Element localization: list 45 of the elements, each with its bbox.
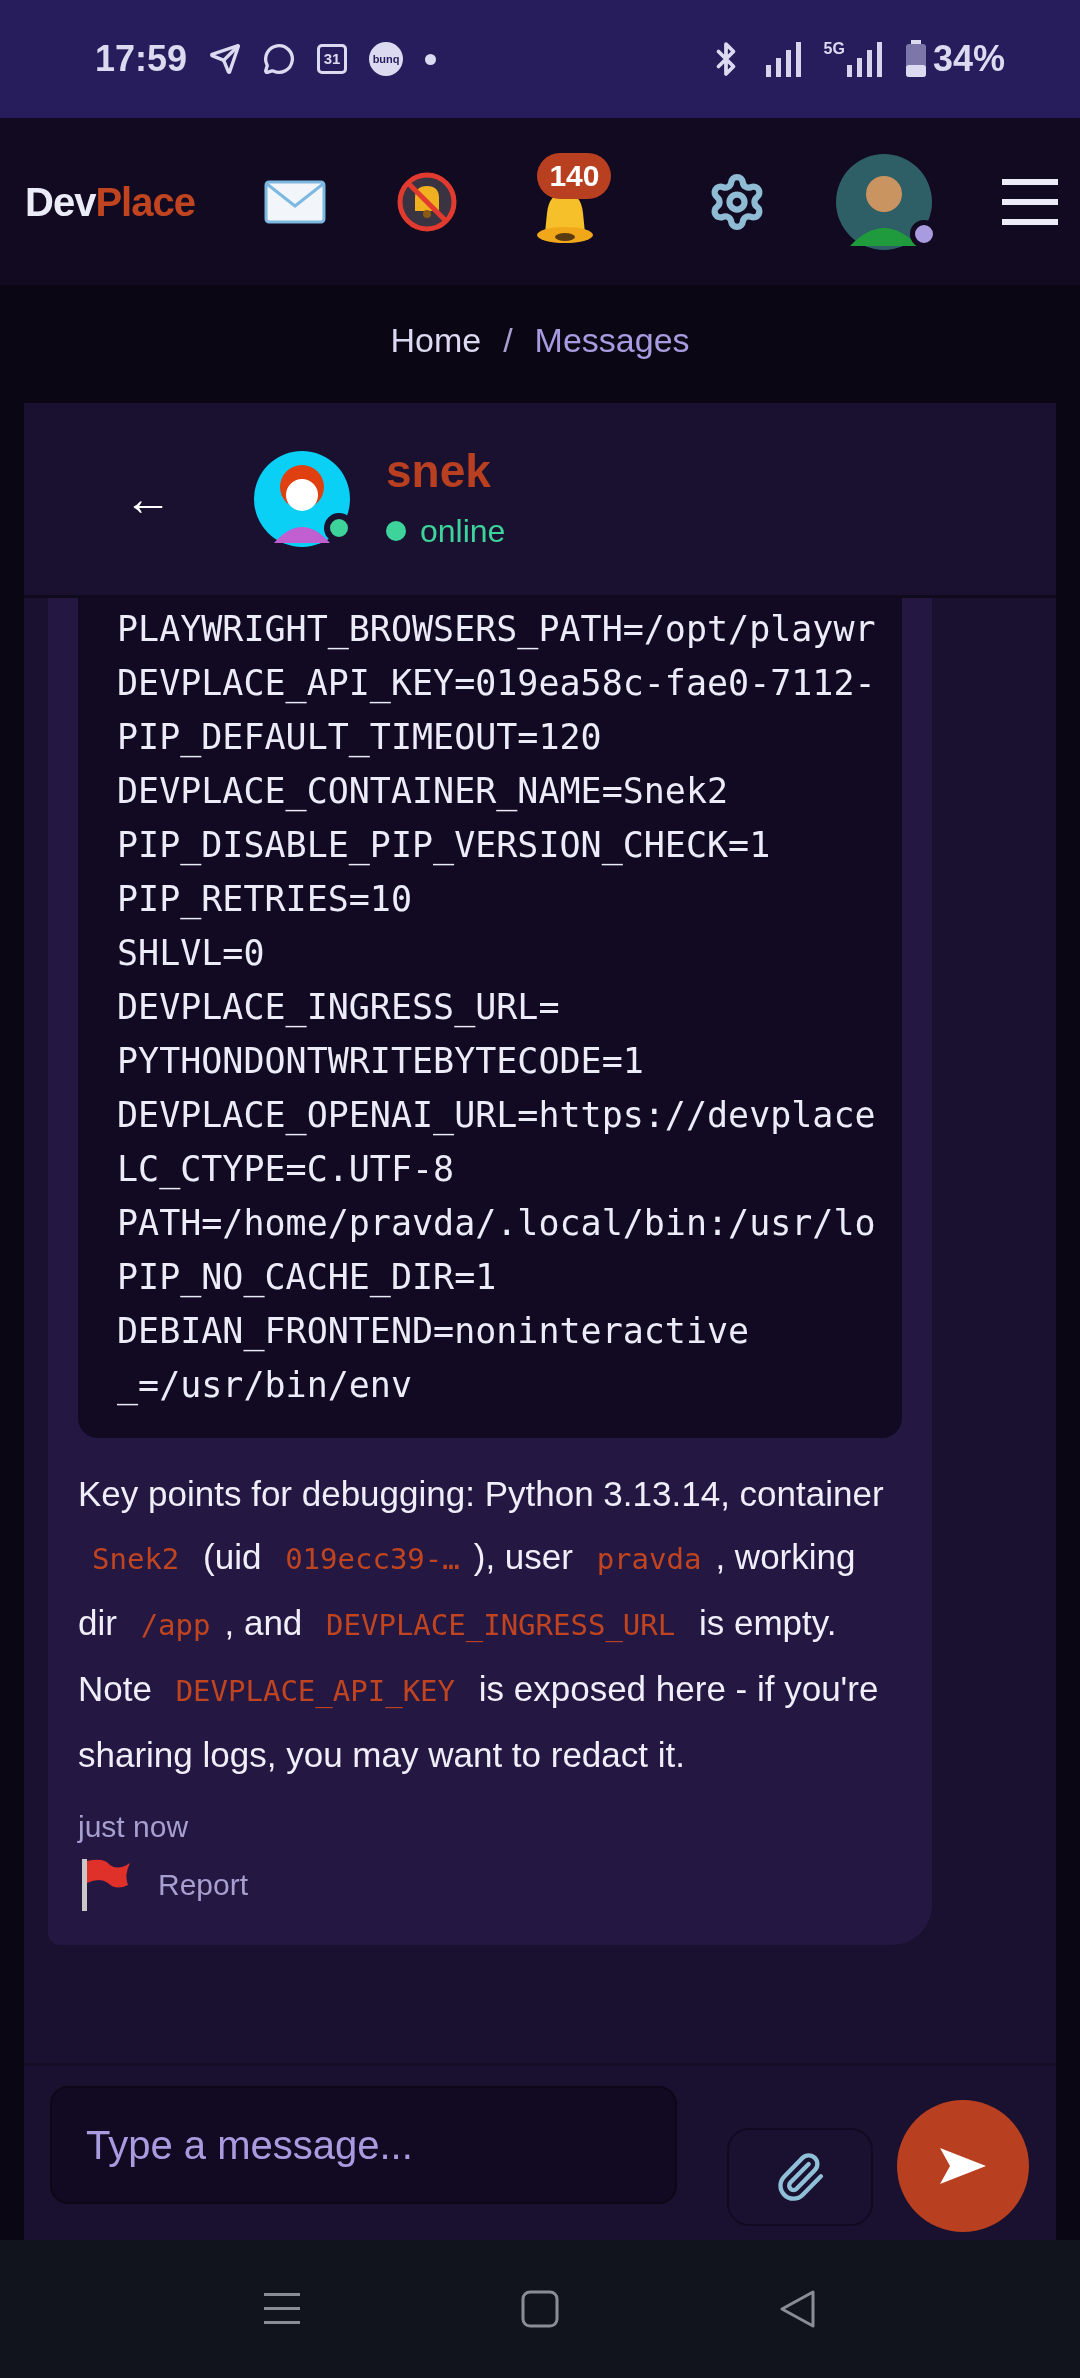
user-avatar[interactable] xyxy=(836,153,933,250)
app-badge-icon: bunq xyxy=(369,42,404,76)
contact-status: online xyxy=(420,511,506,551)
back-button[interactable]: ← xyxy=(124,475,172,523)
report-button[interactable]: Report xyxy=(78,1857,249,1911)
code-line: SHLVL=0 xyxy=(117,932,265,975)
code-line: PIP_RETRIES=10 xyxy=(117,878,412,922)
message-input[interactable]: Type a message... xyxy=(50,2086,677,2204)
code-line: PIP_DISABLE_PIP_VERSION_CHECK=1 xyxy=(117,824,771,868)
devplace-logo[interactable]: DevPlace xyxy=(25,171,195,232)
menu-icon[interactable] xyxy=(1001,176,1058,227)
network-type: 5G xyxy=(823,41,845,57)
notification-count-badge: 140 xyxy=(537,152,612,199)
code-line: PYTHONDONTWRITEBYTECODE=1 xyxy=(117,1040,644,1083)
breadcrumb-separator: / xyxy=(503,320,513,361)
code-line: _=/usr/bin/env xyxy=(117,1364,412,1408)
code-line: DEVPLACE_API_KEY=019ea58c-fae0-7112- xyxy=(117,662,876,706)
battery-icon xyxy=(904,40,927,78)
muted-bell-icon[interactable] xyxy=(395,170,458,233)
paper-plane-icon xyxy=(209,43,242,75)
calendar-icon: 31 xyxy=(317,44,348,74)
signal-icon xyxy=(844,41,885,77)
home-icon[interactable] xyxy=(521,2290,559,2328)
code-line: PLAYWRIGHT_BROWSERS_PATH=/opt/playwr xyxy=(117,608,876,652)
code-line: PIP_DEFAULT_TIMEOUT=120 xyxy=(117,716,602,760)
code-line: LC_CTYPE=C.UTF-8 xyxy=(117,1148,455,1192)
code-line: DEVPLACE_OPENAI_URL=https://devplace xyxy=(117,1094,876,1138)
message-text: Key points for debugging: Python 3.13.14, container Snek2 (uid 019ecc39-… ), user pravda , working dir /app , and DEVPLACE_INGRESS_URL is empty. Note DEVPLACE_API_KEY is exposed here - if you're sharing logs, you may want to redact it. xyxy=(78,1473,885,1776)
back-icon[interactable] xyxy=(779,2290,817,2328)
breadcrumb-link[interactable]: Home xyxy=(390,315,482,366)
chat-bubble-icon xyxy=(263,43,296,75)
code-line: PIP_NO_CACHE_DIR=1 xyxy=(117,1256,497,1300)
message-time: just now xyxy=(78,1809,189,1845)
code-line: DEBIAN_FRONTEND=noninteractive xyxy=(117,1310,750,1354)
status-time: 17:59 xyxy=(95,37,188,81)
battery-percent: 34% xyxy=(932,37,1005,81)
signal-icon xyxy=(763,41,804,77)
code-line: DEVPLACE_CONTAINER_NAME=Snek2 xyxy=(117,770,729,814)
send-arrow-icon xyxy=(940,2148,986,2184)
code-line: DEVPLACE_INGRESS_URL= xyxy=(117,986,560,1030)
attach-button[interactable] xyxy=(727,2128,873,2226)
code-line: PATH=/home/pravda/.local/bin:/usr/lo xyxy=(117,1202,876,1245)
breadcrumb-link[interactable]: Messages xyxy=(534,315,690,366)
contact-name: snek xyxy=(386,444,492,500)
envelope-icon[interactable] xyxy=(264,179,327,224)
